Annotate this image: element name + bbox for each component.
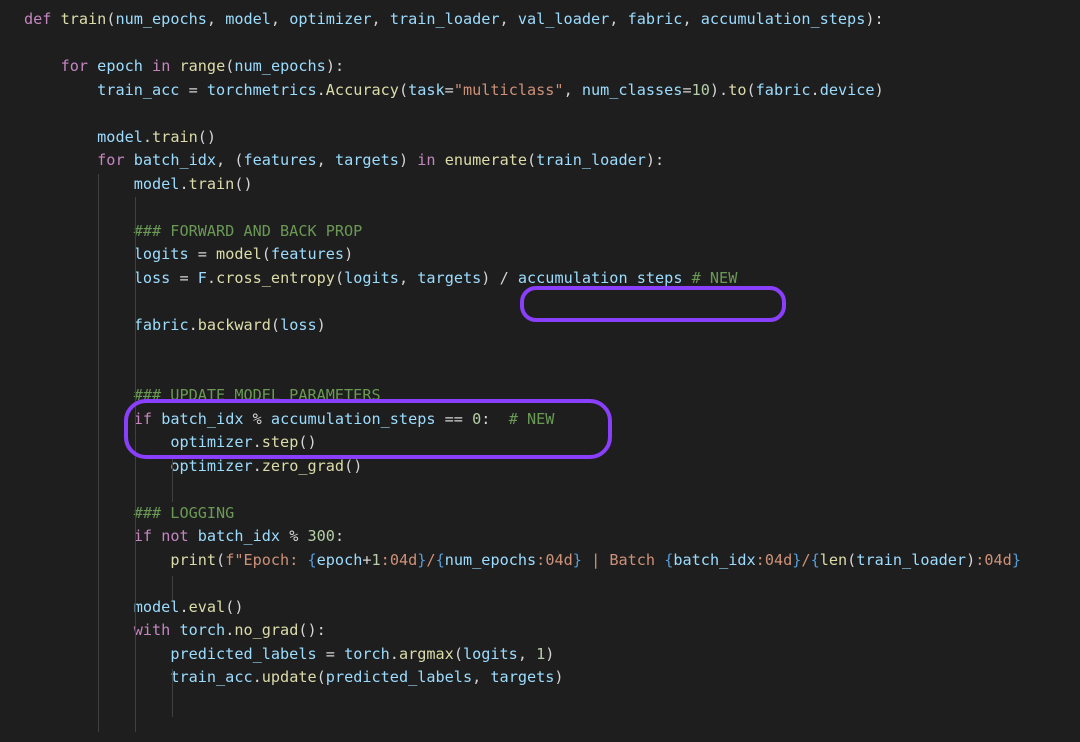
comment-forward-back: ### FORWARD AND BACK PROP	[134, 222, 363, 240]
indent-guide	[98, 174, 99, 732]
comment-new-2: # NEW	[509, 410, 555, 428]
code-editor: def train(num_epochs, model, optimizer, …	[0, 0, 1080, 742]
fn-train: train	[61, 10, 107, 28]
indent-guide	[135, 197, 136, 732]
code-block: def train(num_epochs, model, optimizer, …	[0, 8, 1080, 690]
comment-logging: ### LOGGING	[134, 504, 235, 522]
comment-update-params: ### UPDATE MODEL PARAMETERS	[134, 386, 381, 404]
kw-def: def	[24, 10, 51, 28]
indent-guide	[172, 669, 173, 717]
indent-guide	[172, 576, 173, 600]
indent-guide	[172, 456, 173, 502]
comment-new-1: # NEW	[692, 269, 738, 287]
